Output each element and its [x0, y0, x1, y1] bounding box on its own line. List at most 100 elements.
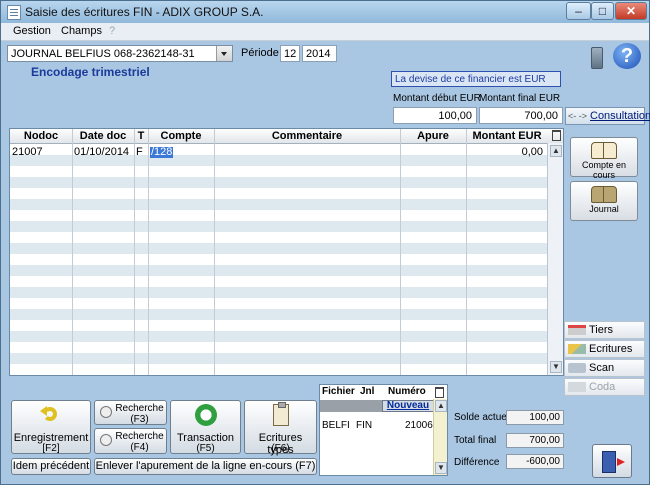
mini-col-numero[interactable]: Numéro	[388, 386, 426, 397]
grid-header: Nodoc Date doc T Compte Commentaire Apur…	[10, 129, 563, 144]
idem-precedent-button[interactable]: Idem précédent	[11, 458, 91, 475]
cell-compte[interactable]: /128	[150, 147, 174, 158]
grid-row-background	[10, 254, 548, 265]
recherche-f3-button[interactable]: Recherche (F3)	[94, 400, 167, 425]
mini-col-jnl[interactable]: Jnl	[360, 386, 374, 397]
recherche-f4-button[interactable]: Recherche (F4)	[94, 428, 167, 454]
transaction-button[interactable]: Transaction (F5)	[170, 400, 241, 454]
grid-scrollbar[interactable]: ▲ ▼	[547, 143, 563, 375]
difference-label: Différence	[454, 457, 500, 468]
col-t[interactable]: T	[134, 130, 148, 142]
montant-debut-field[interactable]: 100,00	[393, 107, 477, 124]
chevron-down-icon[interactable]	[216, 46, 232, 61]
cell-nodoc[interactable]: 21007	[12, 147, 43, 158]
arrows-icon: <- ->	[568, 111, 588, 121]
scroll-up-icon[interactable]: ▲	[550, 145, 562, 157]
sidebar-item-label: Coda	[589, 381, 616, 393]
close-button[interactable]: ✕	[615, 2, 647, 20]
sidebar-item-ecritures[interactable]: Ecritures	[564, 340, 645, 358]
page-subtitle: Encodage trimestriel	[31, 65, 150, 79]
periode-label: Période	[241, 47, 279, 59]
col-commentaire[interactable]: Commentaire	[214, 130, 400, 142]
difference-value: -600,00	[506, 454, 564, 469]
menu-gestion[interactable]: Gestion	[13, 25, 51, 37]
cell-date[interactable]: 01/10/2014	[74, 147, 129, 158]
sidebar-item-coda[interactable]: Coda	[564, 378, 645, 396]
app-document-icon	[7, 5, 21, 20]
journal-select-value: JOURNAL BELFIUS 068-2362148-31	[11, 48, 195, 60]
help-icon[interactable]: ?	[613, 43, 641, 69]
ecritures-types-key: (F6)	[271, 443, 290, 454]
cell-t[interactable]: F	[136, 147, 143, 158]
mini-scrollbar[interactable]: ▲ ▼	[433, 399, 447, 475]
transaction-key: (F5)	[196, 443, 215, 454]
coda-icon	[568, 382, 586, 392]
menu-champs[interactable]: Champs	[61, 25, 102, 37]
col-nodoc[interactable]: Nodoc	[10, 130, 72, 142]
total-final-label: Total final	[454, 435, 497, 446]
grid-row-background	[10, 166, 548, 177]
compte-en-cours-button[interactable]: Compte en cours	[570, 137, 638, 180]
periode-year-field[interactable]: 2014	[302, 45, 337, 62]
consultations-button[interactable]: <- -> Consultations	[565, 107, 650, 125]
sidebar-item-tiers[interactable]: Tiers	[564, 321, 645, 339]
scroll-down-icon[interactable]: ▼	[435, 462, 447, 474]
recherche-f4-key: (F4)	[130, 442, 149, 453]
cell-montant[interactable]: 0,00	[468, 147, 543, 158]
recherche-f3-key: (F3)	[130, 414, 149, 425]
sidebar-item-scan[interactable]: Scan	[564, 359, 645, 377]
mini-cell-jnl[interactable]: FIN	[356, 420, 372, 431]
grid-row-background	[10, 342, 548, 353]
title-bar: Saisie des écritures FIN - ADIX GROUP S.…	[1, 1, 649, 23]
col-compte[interactable]: Compte	[148, 130, 214, 142]
minimize-button[interactable]: –	[566, 2, 591, 20]
trash-icon[interactable]	[435, 387, 444, 398]
grid-row-background	[10, 331, 548, 342]
col-date-doc[interactable]: Date doc	[72, 130, 134, 142]
compte-en-cours-label: Compte en cours	[581, 160, 627, 180]
exit-button[interactable]	[592, 444, 632, 478]
nouveau-link[interactable]: Nouveau	[382, 400, 434, 412]
col-divider	[148, 129, 149, 375]
entries-grid[interactable]: Nodoc Date doc T Compte Commentaire Apur…	[9, 128, 564, 376]
mobile-device-icon[interactable]	[591, 47, 603, 69]
solde-actuel-label: Solde actuel	[454, 412, 510, 423]
col-divider	[466, 129, 467, 375]
scanner-icon	[568, 363, 586, 373]
montant-debut-label: Montant début EUR	[393, 93, 481, 104]
totals-panel: Solde actuel 100,00 Total final 700,00 D…	[451, 406, 566, 476]
journal-book-icon	[591, 186, 617, 203]
ecritures-types-button[interactable]: Ecritures types (F6)	[244, 400, 317, 456]
journal-button[interactable]: Journal	[570, 181, 638, 221]
tiers-icon	[568, 325, 586, 335]
documents-mini-table[interactable]: Fichier Jnl Numéro Nouveau BELFI FIN 210…	[319, 384, 448, 476]
magnifier-icon	[100, 434, 112, 446]
magnifier-icon	[100, 406, 112, 418]
scroll-up-icon[interactable]: ▲	[435, 400, 447, 412]
mini-col-fichier[interactable]: Fichier	[322, 386, 355, 397]
journal-select[interactable]: JOURNAL BELFIUS 068-2362148-31	[7, 45, 233, 62]
sidebar-item-label: Ecritures	[589, 343, 633, 355]
table-row[interactable]: 21007 01/10/2014 F /128 0,00	[10, 147, 548, 158]
trash-icon[interactable]	[552, 130, 561, 141]
maximize-button[interactable]: □	[591, 2, 614, 20]
col-divider	[72, 129, 73, 375]
col-montant-eur[interactable]: Montant EUR	[466, 130, 548, 142]
enregistrement-button[interactable]: Enregistrement [F2]	[11, 400, 91, 454]
exit-door-icon	[602, 451, 625, 473]
col-apure[interactable]: Apure	[400, 130, 466, 142]
periode-month-field[interactable]: 12	[280, 45, 300, 62]
mini-cell-numero[interactable]: 21006	[405, 420, 433, 431]
sidebar-item-label: Tiers	[589, 324, 614, 336]
menu-help[interactable]: ?	[109, 25, 115, 37]
grid-row-background	[10, 210, 548, 221]
mini-cell-fichier[interactable]: BELFI	[322, 420, 350, 431]
montant-final-label: Montant final EUR	[479, 93, 561, 104]
enlever-apurement-button[interactable]: Enlever l'apurement de la ligne en-cours…	[94, 458, 317, 475]
recherche-f3-label: Recherche	[115, 403, 164, 414]
solde-actuel-value: 100,00	[506, 410, 564, 425]
consultations-label: Consultations	[590, 110, 650, 122]
montant-final-field[interactable]: 700,00	[479, 107, 563, 124]
scroll-down-icon[interactable]: ▼	[550, 361, 562, 373]
grid-row-background	[10, 188, 548, 199]
